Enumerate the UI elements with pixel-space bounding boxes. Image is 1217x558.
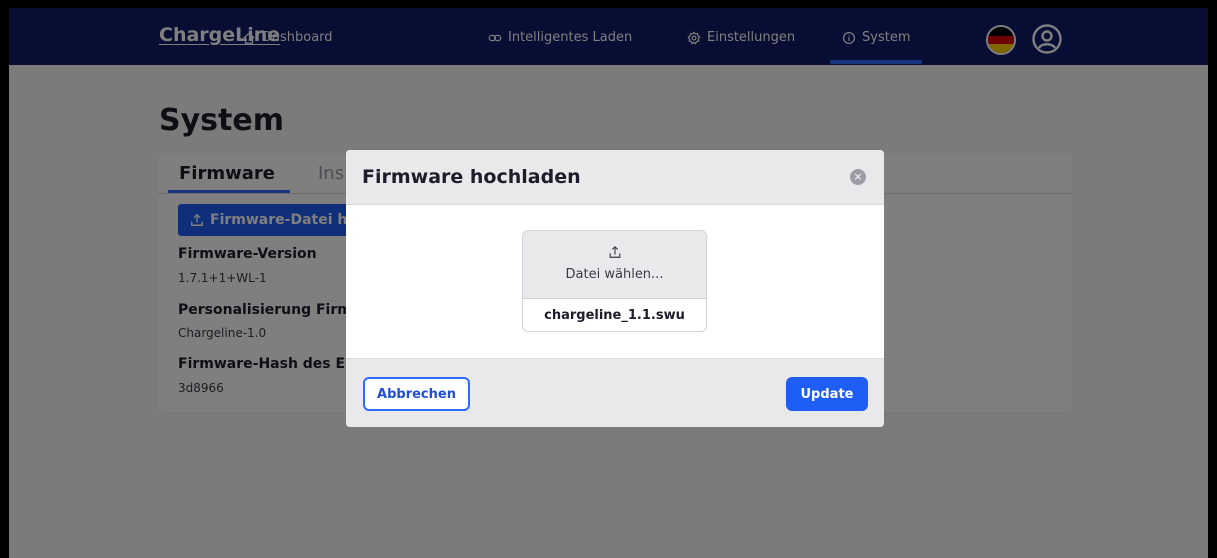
file-dropzone[interactable]: Datei wählen... chargeline_1.1.swu [522,230,707,332]
dialog-footer: Abbrechen Update [346,358,884,427]
app-frame: ChargeLine Dashboard Intelligentes Laden… [9,8,1208,558]
dialog-title: Firmware hochladen [362,166,581,188]
update-button[interactable]: Update [786,377,868,411]
cancel-button[interactable]: Abbrechen [363,377,470,411]
upload-icon [609,245,621,258]
selected-file-name: chargeline_1.1.swu [544,308,685,323]
choose-file-area[interactable]: Datei wählen... [523,231,706,299]
firmware-upload-dialog: Firmware hochladen × Datei wählen... cha… [346,150,884,427]
close-icon[interactable]: × [850,169,866,185]
dialog-header: Firmware hochladen × [346,150,884,205]
choose-file-label: Datei wählen... [565,267,664,282]
